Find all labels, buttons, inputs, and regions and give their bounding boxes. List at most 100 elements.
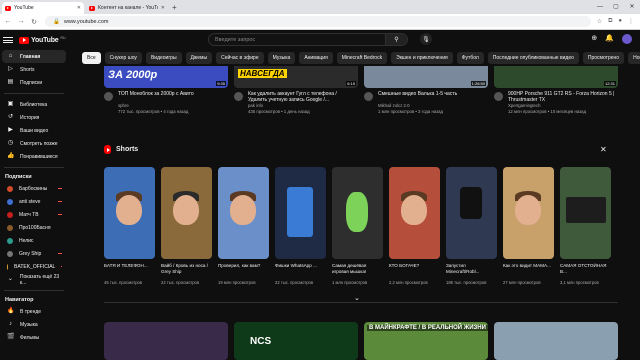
tab-studio[interactable]: Контент на канале - YouTube Stu... ✕ — [86, 2, 168, 14]
chip[interactable]: Последние опубликованные видео — [487, 52, 579, 64]
sidebar-sub-channel[interactable]: anti steve — [2, 195, 66, 208]
sidebar-item-shorts[interactable]: ▷ Shorts — [2, 63, 66, 76]
chip[interactable]: Видеоигры — [145, 52, 182, 64]
channel-name[interactable]: Xpertgamingtech — [508, 103, 541, 108]
short-title[interactable]: Вайб / Кровь из носа / Grey Ship — [161, 263, 212, 274]
chip[interactable]: Музыка — [267, 52, 296, 64]
sidebar-item-subscriptions[interactable]: ▤ Подписки — [2, 76, 66, 89]
video-thumbnail[interactable]: 1:26:50 — [364, 66, 488, 88]
video-title[interactable]: Как удалить аккаунт Гугл с телефона / Уд… — [248, 91, 356, 103]
tab-youtube[interactable]: YouTube ✕ — [2, 2, 84, 14]
profile-icon[interactable]: ● — [618, 18, 622, 25]
new-tab-button[interactable]: + — [172, 2, 182, 14]
short-card[interactable]: Проверил, как вам? 19 млн просмотров — [218, 167, 269, 289]
close-window-icon[interactable]: ✕ — [624, 0, 640, 14]
channel-avatar[interactable] — [364, 92, 373, 101]
chip-all[interactable]: Все — [82, 52, 101, 64]
menu-icon[interactable] — [3, 37, 13, 43]
extensions-icon[interactable]: ⧉ — [608, 18, 612, 25]
short-card[interactable]: Фишки WhatsApp ... 22 тыс. просмотров — [275, 167, 326, 289]
short-title[interactable]: Фишки WhatsApp ... — [275, 263, 326, 269]
chip[interactable]: Джемы — [185, 52, 213, 64]
short-title[interactable]: Как это видит МАМА... — [503, 263, 554, 269]
address-bar[interactable]: 🔒 www.youtube.com — [45, 16, 591, 27]
sidebar-item-movies[interactable]: 🎬 Фильмы — [2, 331, 66, 344]
sidebar-item-history[interactable]: ↺ История — [2, 111, 66, 124]
short-card[interactable]: БАТЯ И ТЕЛЕФОН... 45 тыс. просмотров — [104, 167, 155, 289]
create-video-icon[interactable]: ⊕ — [591, 34, 597, 44]
short-card[interactable]: Запустил Minecraft/Robl... 186 тыс. прос… — [446, 167, 497, 289]
sidebar-item-your-videos[interactable]: ▶ Ваши видео — [2, 124, 66, 137]
video-thumbnail[interactable]: НАВСЕГДА 6:15 — [234, 66, 358, 88]
video-thumbnail[interactable]: ЗА 2000р 9:35 — [104, 66, 228, 88]
sidebar-sub-channel[interactable]: Барбоскины — [2, 182, 66, 195]
chip[interactable]: Просмотрено — [582, 52, 625, 64]
sidebar-item-watch-later[interactable]: ◷ Смотреть позже — [2, 137, 66, 150]
short-thumbnail[interactable] — [218, 167, 269, 259]
sidebar-item-liked[interactable]: 👍 Понравившиеся — [2, 150, 66, 163]
search-button[interactable]: ⚲ — [385, 34, 407, 45]
sidebar-item-music[interactable]: ♪ Музыка — [2, 318, 66, 331]
short-title[interactable]: БАТЯ И ТЕЛЕФОН... — [104, 263, 155, 269]
bookmark-star-icon[interactable]: ☆ — [597, 18, 602, 25]
video-title[interactable]: ТОП Моноблок за 2000р с Авито — [118, 91, 226, 97]
show-more-shorts-chevron-icon[interactable]: ⌄ — [354, 294, 360, 302]
video-title[interactable]: Смешные видео Валька 1-5 часть — [378, 91, 486, 97]
show-more-subscriptions[interactable]: ⌄ Показать ещё 23 к... — [2, 273, 66, 286]
close-icon[interactable]: ✕ — [600, 145, 607, 154]
channel-avatar[interactable] — [494, 92, 503, 101]
sidebar-sub-channel[interactable]: Grey Ship — [2, 247, 66, 260]
search-input[interactable]: Введите запрос ⚲ — [208, 33, 408, 46]
sidebar-item-library[interactable]: ▣ Библиотека — [2, 98, 66, 111]
voice-search-icon[interactable]: 🎙 — [420, 33, 432, 45]
avatar[interactable] — [622, 34, 632, 44]
short-thumbnail[interactable] — [161, 167, 212, 259]
short-title[interactable]: Проверил, как вам? — [218, 263, 269, 269]
video-thumbnail[interactable] — [494, 322, 618, 360]
short-card[interactable]: Вайб / Кровь из носа / Grey Ship 22 тыс.… — [161, 167, 212, 289]
short-thumbnail[interactable] — [389, 167, 440, 259]
chip[interactable]: Сейчас в эфире — [216, 52, 264, 64]
youtube-logo[interactable]: YouTube RU — [19, 36, 66, 44]
short-thumbnail[interactable] — [275, 167, 326, 259]
chip[interactable]: Футбол — [456, 52, 484, 64]
sidebar-sub-channel[interactable]: Матч ТВ — [2, 208, 66, 221]
short-thumbnail[interactable] — [332, 167, 383, 259]
video-thumbnail[interactable]: 12:31 — [494, 66, 618, 88]
video-thumbnail[interactable]: В МАЙНКРАФТЕ / В РЕАЛЬНОЙ ЖИЗНИ — [364, 322, 488, 360]
minimize-icon[interactable]: — — [592, 0, 608, 14]
channel-avatar[interactable] — [234, 92, 243, 101]
back-icon[interactable]: ← — [3, 18, 13, 25]
close-tab-icon[interactable]: ✕ — [161, 5, 165, 11]
short-title[interactable]: Самая дешёвая игровая мышка! — [332, 263, 383, 274]
video-card[interactable]: ЗА 2000р 9:35 ТОП Моноблок за 2000р с Ав… — [104, 66, 228, 122]
sidebar-sub-channel[interactable]: Про100Басня — [2, 221, 66, 234]
forward-icon[interactable]: → — [16, 18, 26, 25]
chip[interactable]: Новое для вас — [628, 52, 640, 64]
video-thumbnail[interactable]: NCS — [234, 322, 358, 360]
short-thumbnail[interactable] — [104, 167, 155, 259]
short-thumbnail[interactable] — [503, 167, 554, 259]
chip[interactable]: Снукер шоу — [104, 52, 142, 64]
short-thumbnail[interactable] — [446, 167, 497, 259]
channel-name[interactable]: pak info — [248, 103, 263, 108]
short-card[interactable]: Как это видит МАМА... 27 млн просмотров — [503, 167, 554, 289]
close-tab-icon[interactable]: ✕ — [77, 5, 81, 11]
sidebar-item-trending[interactable]: 🔥 В тренде — [2, 305, 66, 318]
video-title[interactable]: 900HP Porsche 911 GT2 RS - Forza Horizon… — [508, 91, 616, 103]
maximize-icon[interactable]: ▢ — [608, 0, 624, 14]
video-card[interactable]: 1:26:50 Смешные видео Валька 1-5 часть M… — [364, 66, 488, 122]
sidebar-sub-channel[interactable]: BATEK_OFFICIAL — [2, 260, 66, 273]
browser-menu-icon[interactable]: ⋮ — [628, 18, 634, 25]
chip[interactable]: Анимация — [299, 52, 333, 64]
short-title[interactable]: КТО БОГАЧЕ? — [389, 263, 440, 269]
video-card[interactable]: НАВСЕГДА 6:15 Как удалить аккаунт Гугл с… — [234, 66, 358, 122]
short-thumbnail[interactable] — [560, 167, 611, 259]
short-title[interactable]: Запустил Minecraft/Robl... — [446, 263, 497, 274]
short-title[interactable]: САМАЯ ОТСТОЙНАЯ В... — [560, 263, 611, 274]
notifications-icon[interactable]: 🔔 — [605, 34, 614, 44]
reload-icon[interactable]: ↻ — [29, 18, 39, 26]
channel-name[interactable]: sphre — [118, 103, 129, 108]
short-card[interactable]: САМАЯ ОТСТОЙНАЯ В... 3,1 млн просмотров — [560, 167, 611, 289]
channel-name[interactable]: Mikhail zolcz 2.0 — [378, 103, 410, 108]
